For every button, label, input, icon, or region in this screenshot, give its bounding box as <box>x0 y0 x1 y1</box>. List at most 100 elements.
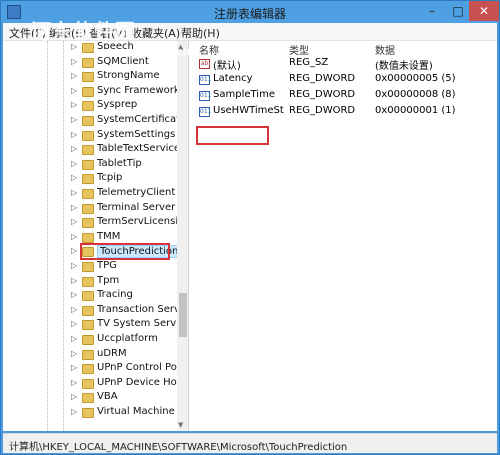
tree-item[interactable]: ▷ Tracing <box>3 289 177 304</box>
tree-item-label: Sysprep <box>97 99 138 111</box>
value-name: SampleTime <box>213 89 275 100</box>
key-tree[interactable]: ▷ Speech ▷ SQMClient ▷ StrongName ▷ Sync Framew… <box>3 41 189 431</box>
tree-item[interactable]: ▷ TabletTip <box>3 158 177 173</box>
folder-icon <box>82 335 94 345</box>
tree-item[interactable]: ▷ TermServLicensing <box>3 216 188 231</box>
tree-item-label: Transaction Server <box>97 303 189 315</box>
tree-item[interactable]: ▷ Tcpip <box>3 172 177 187</box>
tree-item[interactable]: ▷ Sysprep <box>3 99 177 114</box>
expand-arrow-icon[interactable]: ▷ <box>71 363 77 372</box>
tree-item[interactable]: ▷ UPnP Control Point <box>3 362 188 377</box>
value-list[interactable]: 名称 类型 数据 ab (默认) REG_SZ (数值未设置) 011 Latency RE… <box>193 41 497 431</box>
tree-item-label: TabletTip <box>97 157 142 169</box>
tree-item[interactable]: ▷ Uccplatform <box>3 333 177 348</box>
watermark-logo: 河东软件园 <box>31 19 136 43</box>
tree-item[interactable]: ▷ TableTextService <box>3 143 180 158</box>
tree-item[interactable]: ▷ SystemCertificates <box>3 114 188 129</box>
expand-arrow-icon[interactable]: ▷ <box>71 407 77 416</box>
tree-item-label: Tpm <box>97 274 120 286</box>
expand-arrow-icon[interactable]: ▷ <box>71 305 77 314</box>
tree-item[interactable]: ▷ Sync Framework <box>3 84 180 100</box>
expand-arrow-icon[interactable]: ▷ <box>71 378 77 387</box>
value-row[interactable]: 011 SampleTime REG_DWORD 0x00000008 (8) <box>193 89 497 104</box>
expand-arrow-icon[interactable]: ▷ <box>71 246 77 255</box>
value-data: 0x00000005 (5) <box>375 73 456 84</box>
scroll-thumb[interactable] <box>179 293 187 337</box>
value-data: 0x00000001 (1) <box>375 105 456 116</box>
tree-item[interactable]: ▷ TPG <box>3 260 177 275</box>
folder-icon <box>82 57 94 68</box>
expand-arrow-icon[interactable]: ▷ <box>71 130 77 139</box>
value-row[interactable]: 011UseHWTimeSt... REG_DWORD 0x00000001 (1) <box>193 105 497 120</box>
expand-arrow-icon[interactable]: ▷ <box>71 144 77 153</box>
tree-item-label: Tcpip <box>97 172 123 184</box>
tree-item[interactable]: ▷ UPnP Device Host <box>3 377 186 392</box>
tree-item[interactable]: ▷ SystemSettings <box>3 129 177 144</box>
value-data: 0x00000008 (8) <box>375 89 456 100</box>
tree-item[interactable]: ▷ Terminal Server Clie <box>3 202 188 217</box>
folder-icon <box>82 393 94 404</box>
value-row[interactable]: ab (默认) REG_SZ (数值未设置) <box>193 57 497 72</box>
expand-arrow-icon[interactable]: ▷ <box>71 203 77 212</box>
tree-item[interactable]: ▷ uDRM <box>3 348 177 363</box>
tree-item[interactable]: ▷ TelemetryClient <box>3 187 177 202</box>
expand-arrow-icon[interactable]: ▷ <box>71 188 77 197</box>
folder-icon <box>82 174 94 185</box>
tree-item[interactable]: ▷ TV System Services <box>3 318 188 333</box>
expand-arrow-icon[interactable]: ▷ <box>71 276 77 285</box>
annotation-box-sampletime <box>196 126 269 145</box>
string-value-icon: ab <box>199 59 210 69</box>
value-row[interactable]: 011 Latency REG_DWORD 0x00000005 (5) <box>193 73 497 88</box>
expand-arrow-icon[interactable]: ▷ <box>71 334 77 343</box>
tree-item-label: TermServLicensing <box>97 216 189 228</box>
minimize-button[interactable]: – <box>419 1 445 21</box>
tree-item[interactable]: ▷ StrongName <box>3 70 177 85</box>
menu-help[interactable]: 帮助(H) <box>181 25 220 41</box>
expand-arrow-icon[interactable]: ▷ <box>71 217 77 226</box>
expand-arrow-icon[interactable]: ▷ <box>71 100 77 109</box>
folder-icon <box>82 130 94 141</box>
expand-arrow-icon[interactable]: ▷ <box>71 319 77 328</box>
expand-arrow-icon[interactable]: ▷ <box>71 349 77 358</box>
maximize-button[interactable]: □ <box>445 1 471 21</box>
tree-item[interactable]: ▷ VBA <box>3 391 177 406</box>
folder-icon <box>82 189 94 199</box>
value-type: REG_DWORD <box>289 89 356 100</box>
tree-item[interactable]: ▷ Tpm <box>3 275 177 290</box>
tree-item[interactable]: ▷ Transaction Server <box>3 304 188 319</box>
close-button[interactable]: ✕ <box>469 1 499 21</box>
value-type: REG_SZ <box>289 57 329 68</box>
folder-icon <box>82 145 94 156</box>
folder-icon <box>82 291 94 302</box>
expand-arrow-icon[interactable]: ▷ <box>71 159 77 168</box>
binary-value-icon: 011 <box>199 91 212 101</box>
value-type: REG_DWORD <box>289 105 356 116</box>
registry-editor-window: 注册表编辑器 – □ ✕ 河东软件园 www.pc0359.cn 文件(F) 编… <box>0 0 500 455</box>
folder-icon <box>82 72 94 83</box>
expand-arrow-icon[interactable]: ▷ <box>71 71 77 80</box>
status-bar: 计算机\HKEY_LOCAL_MACHINE\SOFTWARE\Microsof… <box>3 433 497 453</box>
tree-item-label: uDRM <box>97 347 127 359</box>
scroll-down-icon[interactable]: ▼ <box>178 421 183 429</box>
expand-arrow-icon[interactable]: ▷ <box>71 86 77 95</box>
expand-arrow-icon[interactable]: ▷ <box>71 232 77 241</box>
column-header-name[interactable]: 名称 <box>199 42 219 57</box>
expand-arrow-icon[interactable]: ▷ <box>71 290 77 299</box>
column-header-data[interactable]: 数据 <box>375 42 395 57</box>
tree-item[interactable]: ▷ Virtual Machine <box>3 406 177 421</box>
menu-favorites[interactable]: 收藏夹(A) <box>131 25 180 41</box>
expand-arrow-icon[interactable]: ▷ <box>71 57 77 66</box>
column-header-type[interactable]: 类型 <box>289 42 309 57</box>
tree-item-label: SystemSettings <box>97 128 176 140</box>
value-type: REG_DWORD <box>289 73 356 84</box>
client-area: ▷ Speech ▷ SQMClient ▷ StrongName ▷ Sync Framew… <box>3 41 497 431</box>
tree-scrollbar[interactable]: ▲ ▼ <box>177 41 188 431</box>
binary-value-icon: 011 <box>199 75 212 85</box>
expand-arrow-icon[interactable]: ▷ <box>71 392 77 401</box>
tree-item-label: Tracing <box>97 289 133 301</box>
expand-arrow-icon[interactable]: ▷ <box>71 173 77 182</box>
expand-arrow-icon[interactable]: ▷ <box>71 261 77 270</box>
tree-item-label: Sync Framework <box>97 84 180 96</box>
expand-arrow-icon[interactable]: ▷ <box>71 115 77 124</box>
folder-icon <box>82 378 94 389</box>
